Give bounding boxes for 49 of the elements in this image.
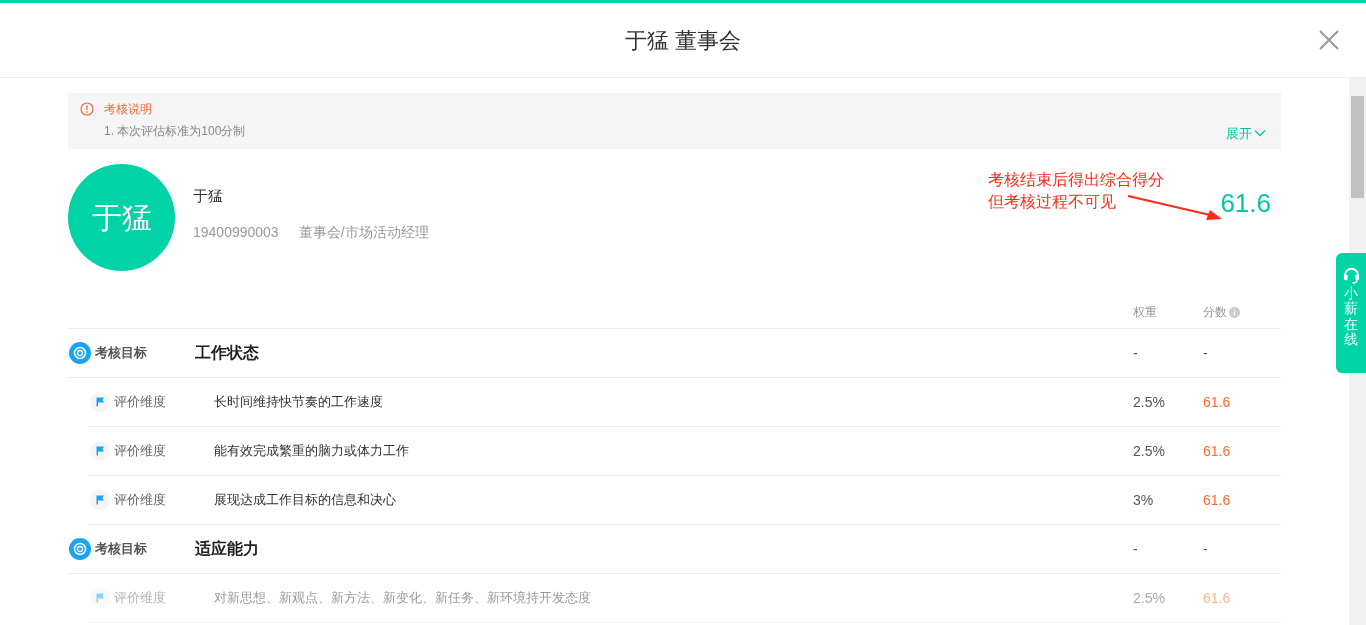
- department-position: 董事会/市场活动经理: [298, 222, 429, 242]
- score-cell: -: [1203, 345, 1208, 361]
- flag-icon: [90, 588, 110, 608]
- weight-cell: 2.5%: [1133, 443, 1165, 459]
- dialog-title: 于猛 董事会: [624, 26, 742, 55]
- alert-icon: [80, 102, 94, 116]
- flag-icon: [90, 441, 110, 461]
- total-score: 61.6: [1220, 187, 1271, 220]
- row-tag: 评价维度: [114, 588, 214, 608]
- expand-link[interactable]: 展开: [1226, 123, 1266, 143]
- employee-name: 于猛: [193, 186, 224, 206]
- notice-text: 1. 本次评估标准为100分制: [104, 123, 246, 140]
- info-icon: [1229, 306, 1240, 318]
- flag-icon: [90, 490, 110, 510]
- scrollbar-thumb[interactable]: [1351, 96, 1364, 198]
- notice-title: 考核说明: [104, 101, 152, 118]
- chat-widget[interactable]: 小薪在线: [1336, 253, 1366, 373]
- employee-id: 19400990003: [193, 222, 279, 242]
- annotation-text: 考核结束后得出综合得分: [988, 170, 1164, 190]
- weight-cell: 3%: [1133, 492, 1154, 508]
- avatar: 于猛: [68, 164, 175, 271]
- score-cell: 61.6: [1203, 394, 1231, 410]
- item-title: 适应能力: [195, 539, 260, 559]
- item-title: 对新思想、新观点、新方法、新变化、新任务、新环境持开发态度: [214, 589, 592, 608]
- column-header: 分数: [1203, 304, 1227, 321]
- row-tag: 评价维度: [114, 441, 214, 461]
- row-tag: 考核目标: [95, 343, 195, 363]
- item-title: 能有效完成繁重的脑力或体力工作: [214, 442, 410, 461]
- target-icon: [69, 538, 91, 560]
- weight-cell: 2.5%: [1133, 590, 1165, 606]
- score-cell: 61.6: [1203, 443, 1231, 459]
- weight-cell: -: [1133, 345, 1138, 361]
- headset-icon: [1341, 265, 1361, 284]
- weight-cell: -: [1133, 541, 1138, 557]
- target-icon: [69, 342, 91, 364]
- item-title: 长时间维持快节奏的工作速度: [214, 393, 384, 412]
- column-header: 权重: [1133, 305, 1157, 319]
- row-tag: 评价维度: [114, 392, 214, 412]
- item-title: 工作状态: [195, 343, 260, 363]
- item-title: 展现达成工作目标的信息和决心: [214, 491, 397, 510]
- weight-cell: 2.5%: [1133, 394, 1165, 410]
- annotation-text: 但考核过程不可见: [988, 192, 1117, 212]
- row-tag: 评价维度: [114, 490, 214, 510]
- flag-icon: [90, 392, 110, 412]
- close-icon[interactable]: [1318, 29, 1340, 51]
- score-cell: 61.6: [1203, 590, 1231, 606]
- score-cell: 61.6: [1203, 492, 1231, 508]
- row-tag: 考核目标: [95, 539, 195, 559]
- score-cell: -: [1203, 541, 1208, 557]
